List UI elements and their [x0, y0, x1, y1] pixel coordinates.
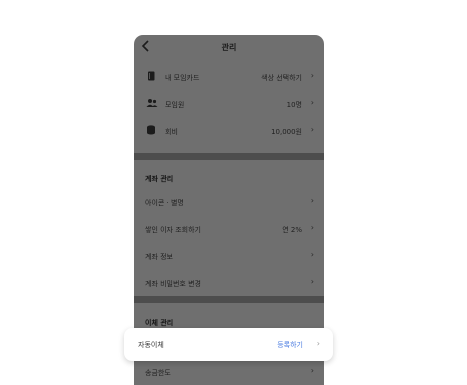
chevron-right-icon: › [316, 339, 320, 348]
members-value: 10명 [286, 101, 302, 109]
interest-row[interactable]: 쌓인 이자 조회하기 연 2% › [134, 219, 324, 239]
section-divider [134, 296, 324, 303]
coin-stack-icon [146, 125, 156, 135]
chevron-right-icon: › [310, 98, 314, 107]
chevron-right-icon: › [310, 125, 314, 134]
auto-transfer-label: 자동이체 [138, 341, 164, 349]
interest-label: 쌓인 이자 조회하기 [145, 226, 201, 234]
account-info-label: 계좌 정보 [145, 253, 173, 261]
icon-nickname-row[interactable]: 아이콘 · 별명 › [134, 192, 324, 212]
password-change-row[interactable]: 계좌 비밀번호 변경 › [134, 273, 324, 293]
card-icon [146, 71, 156, 81]
members-row[interactable]: 모임원 10명 › [134, 94, 324, 114]
transfer-limit-label: 송금한도 [145, 369, 171, 377]
fee-value: 10,000원 [271, 128, 302, 136]
account-section-title: 계좌 관리 [145, 175, 174, 183]
section-divider [134, 153, 324, 160]
fee-row[interactable]: 회비 10,000원 › [134, 121, 324, 141]
chevron-right-icon: › [310, 366, 314, 375]
icon-nickname-label: 아이콘 · 별명 [145, 199, 184, 207]
transfer-section-title: 이체 관리 [145, 319, 174, 327]
account-info-row[interactable]: 계좌 정보 › [134, 246, 324, 266]
chevron-right-icon: › [310, 277, 314, 286]
password-change-label: 계좌 비밀번호 변경 [145, 280, 201, 288]
members-label: 모임원 [165, 101, 185, 109]
my-card-row[interactable]: 내 모임카드 색상 선택하기 › [134, 67, 324, 87]
auto-transfer-card[interactable]: 자동이체 등록하기 › [124, 328, 333, 361]
chevron-right-icon: › [310, 250, 314, 259]
fee-label: 회비 [165, 128, 178, 136]
chevron-right-icon: › [310, 223, 314, 232]
my-card-value: 색상 선택하기 [261, 74, 302, 82]
register-link[interactable]: 등록하기 [277, 340, 303, 350]
people-icon [146, 98, 158, 108]
transfer-limit-row[interactable]: 송금한도 › [134, 362, 324, 382]
chevron-right-icon: › [310, 71, 314, 80]
interest-rate-value: 연 2% [282, 226, 302, 234]
my-card-label: 내 모임카드 [165, 74, 200, 82]
page-title: 관리 [221, 43, 237, 52]
chevron-right-icon: › [310, 196, 314, 205]
header: 관리 [134, 35, 324, 61]
